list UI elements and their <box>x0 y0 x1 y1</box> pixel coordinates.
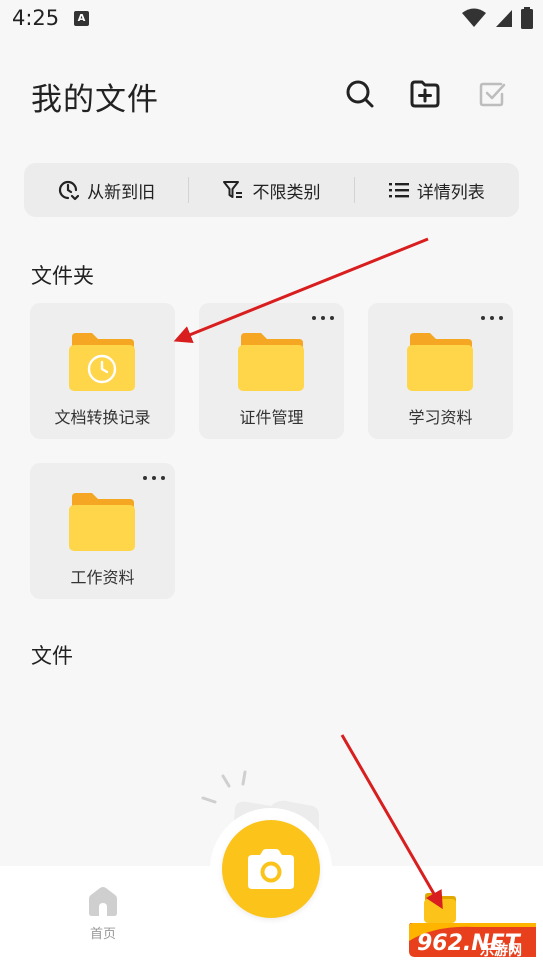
more-options-icon[interactable] <box>312 313 334 323</box>
more-options-icon[interactable] <box>481 313 503 323</box>
view-mode-button[interactable]: 详情列表 <box>355 163 519 217</box>
select-button[interactable] <box>471 73 513 115</box>
add-folder-icon <box>410 80 440 108</box>
sort-button[interactable]: 从新到旧 <box>24 163 188 217</box>
watermark-tagline: 乐游网 <box>480 943 522 959</box>
notification-icon: A <box>74 11 89 26</box>
sort-label: 从新到旧 <box>87 182 156 203</box>
filter-button[interactable]: 不限类别 <box>189 163 353 217</box>
nav-home-tab[interactable]: 首页 <box>72 885 134 955</box>
new-folder-button[interactable] <box>404 73 446 115</box>
page-title: 我的文件 <box>31 82 159 118</box>
folders-section-title: 文件夹 <box>31 264 94 288</box>
folder-card-work-materials[interactable]: 工作资料 <box>30 463 175 599</box>
clock-sort-icon <box>59 180 80 201</box>
filter-icon <box>223 181 243 198</box>
folder-icon <box>407 333 473 391</box>
folder-name: 学习资料 <box>408 408 473 427</box>
view-mode-label: 详情列表 <box>416 182 485 203</box>
camera-icon <box>248 849 294 889</box>
checkbox-icon <box>479 82 506 107</box>
files-section-title: 文件 <box>31 644 73 668</box>
folder-card-study-materials[interactable]: 学习资料 <box>368 303 513 439</box>
status-icons <box>461 6 533 30</box>
home-icon <box>89 887 117 916</box>
signal-icon <box>496 10 512 27</box>
battery-icon <box>521 7 533 29</box>
camera-scan-button[interactable] <box>222 820 320 918</box>
sort-filter-toolbar: 从新到旧 不限类别 详情列表 <box>24 163 519 217</box>
folder-name: 文档转换记录 <box>54 408 151 427</box>
wifi-icon <box>462 8 486 27</box>
folder-name: 工作资料 <box>70 568 135 587</box>
history-folder-icon <box>69 333 135 391</box>
folder-card-conversion-history[interactable]: 文档转换记录 <box>30 303 175 439</box>
search-icon <box>346 80 374 108</box>
nav-home-label: 首页 <box>89 927 116 942</box>
status-time: 4:25 <box>12 6 60 30</box>
folder-card-id-management[interactable]: 证件管理 <box>199 303 344 439</box>
more-options-icon[interactable] <box>143 473 165 483</box>
folder-icon <box>238 333 304 391</box>
folder-icon <box>69 493 135 551</box>
folder-name: 证件管理 <box>239 408 304 427</box>
filter-label: 不限类别 <box>252 182 321 203</box>
list-icon <box>388 183 409 198</box>
search-button[interactable] <box>339 73 381 115</box>
status-bar: 4:25 A <box>0 0 543 38</box>
